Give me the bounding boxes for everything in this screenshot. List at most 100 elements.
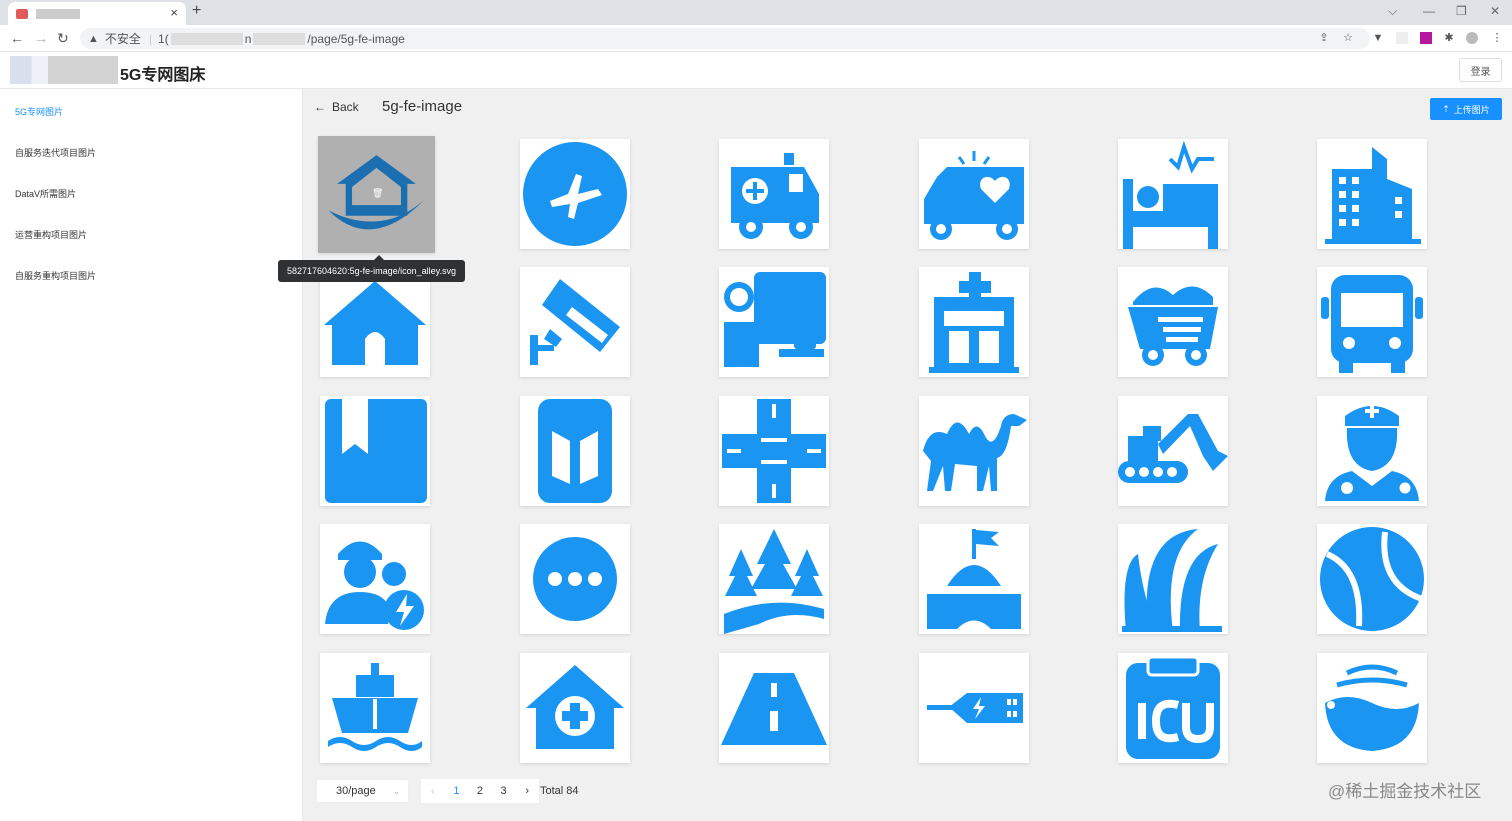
page-title: 5g-fe-image xyxy=(382,98,463,115)
extension-icon[interactable] xyxy=(1420,32,1432,44)
image-card[interactable] xyxy=(919,139,1029,249)
url-blurred xyxy=(253,32,306,45)
doctor-icon xyxy=(1325,404,1419,501)
image-card[interactable] xyxy=(719,524,829,634)
tab-search-icon[interactable]: ⌵ xyxy=(1388,4,1397,19)
image-card[interactable] xyxy=(1118,267,1228,377)
image-card[interactable] xyxy=(1118,524,1228,634)
image-card[interactable] xyxy=(520,396,630,506)
image-card[interactable] xyxy=(1118,139,1228,249)
url-prefix: 1( xyxy=(158,31,169,46)
airplane-icon xyxy=(523,142,627,246)
camel-icon xyxy=(923,414,1027,491)
image-card[interactable] xyxy=(520,267,630,377)
image-card[interactable] xyxy=(320,653,430,763)
page-3-button[interactable]: 3 xyxy=(492,785,516,797)
water-drop-icon xyxy=(1325,664,1419,751)
upload-icon: ⇡ xyxy=(1442,103,1450,114)
image-card[interactable] xyxy=(1317,139,1427,249)
app-title: 5G专网图床 xyxy=(120,67,206,84)
image-card[interactable]: 🗑 xyxy=(318,136,435,253)
image-card[interactable] xyxy=(1317,396,1427,506)
next-page-button[interactable]: › xyxy=(515,785,539,797)
image-card[interactable] xyxy=(520,653,630,763)
image-card[interactable] xyxy=(1118,396,1228,506)
image-card[interactable] xyxy=(919,653,1029,763)
ambulance-heart-icon xyxy=(924,151,1024,240)
image-card[interactable] xyxy=(719,653,829,763)
reload-icon[interactable]: ↻ xyxy=(57,30,69,47)
sick-patient-icon xyxy=(724,272,826,367)
page-size-value: 30/page xyxy=(336,785,376,797)
page-1-button[interactable]: 1 xyxy=(445,785,469,797)
image-card[interactable] xyxy=(320,396,430,506)
back-nav-icon[interactable]: ← xyxy=(10,30,24,46)
sidebar-item-datav[interactable]: DataV所需图片 xyxy=(15,187,76,200)
grass-icon xyxy=(1122,529,1222,632)
menu-icon[interactable]: ⋮ xyxy=(1491,32,1503,44)
sidebar-item-5g-images[interactable]: 5G专网图片 xyxy=(15,105,63,118)
tab-close-icon[interactable]: × xyxy=(170,5,178,20)
image-card[interactable] xyxy=(919,396,1029,506)
profile-icon[interactable] xyxy=(1466,32,1478,44)
image-card[interactable] xyxy=(1317,524,1427,634)
pagination: ‹ 1 2 3 › xyxy=(421,779,539,803)
ore-truck-icon xyxy=(1128,286,1218,366)
close-window-icon[interactable]: ✕ xyxy=(1490,4,1500,18)
image-card[interactable] xyxy=(1118,653,1228,763)
sidebar-item-ops-refactor[interactable]: 运营重构项目图片 xyxy=(15,228,87,241)
home-health-icon xyxy=(526,665,624,749)
trash-icon[interactable]: 🗑 xyxy=(372,188,383,199)
image-card[interactable] xyxy=(719,267,829,377)
buildings-icon xyxy=(1325,147,1421,244)
hospital-icon xyxy=(929,272,1019,373)
browser-toolbar: ← → ↻ ▲ 不安全 | 1( n /page/5g-fe-image ⇪ ☆… xyxy=(0,25,1512,52)
worker-power-icon xyxy=(325,541,424,630)
image-card[interactable] xyxy=(1317,653,1427,763)
upload-button[interactable]: ⇡ 上传图片 xyxy=(1430,98,1502,120)
extension-icon[interactable]: ▼ xyxy=(1372,32,1384,44)
browser-tab[interactable]: × xyxy=(8,2,186,25)
sidebar-item-self-service-iteration[interactable]: 自服务迭代项目图片 xyxy=(15,146,96,159)
image-card[interactable] xyxy=(520,524,630,634)
extension-icon[interactable] xyxy=(1396,32,1408,44)
back-button[interactable]: ← Back xyxy=(314,100,359,114)
usb-charge-icon xyxy=(927,693,1023,723)
address-bar[interactable]: ▲ 不安全 | 1( n /page/5g-fe-image xyxy=(80,28,1370,49)
browser-tab-strip: × + ⌵ — ❐ ✕ xyxy=(0,0,1512,25)
total-count: Total 84 xyxy=(540,785,579,797)
separator: | xyxy=(148,31,153,46)
bookmark-star-icon[interactable]: ☆ xyxy=(1342,32,1354,44)
image-card[interactable] xyxy=(520,139,630,249)
image-card[interactable] xyxy=(320,267,430,377)
image-card[interactable] xyxy=(1317,267,1427,377)
sidebar-item-self-service-refactor[interactable]: 自服务重构项目图片 xyxy=(15,269,96,282)
app-header: 5G专网图床 登录 xyxy=(0,52,1512,89)
tab-title-blurred xyxy=(36,8,80,19)
image-card[interactable] xyxy=(719,396,829,506)
login-button[interactable]: 登录 xyxy=(1459,58,1502,82)
favicon-icon xyxy=(16,8,28,19)
image-card[interactable] xyxy=(719,139,829,249)
cctv-camera-icon xyxy=(530,279,620,365)
bookmark-icon xyxy=(325,399,427,503)
page-size-select[interactable]: 30/page ⌄ xyxy=(316,779,409,803)
security-label: 不安全 xyxy=(104,32,141,46)
forward-nav-icon[interactable]: → xyxy=(34,30,48,46)
bus-icon xyxy=(1321,275,1423,373)
page-2-button[interactable]: 2 xyxy=(468,785,492,797)
share-icon[interactable]: ⇪ xyxy=(1318,32,1330,44)
image-card[interactable] xyxy=(320,524,430,634)
filename-tooltip: 582717604620:5g-fe-image/icon_alley.svg xyxy=(278,255,465,282)
image-card[interactable] xyxy=(919,267,1029,377)
image-card[interactable] xyxy=(919,524,1029,634)
hill-flag-icon xyxy=(927,529,1021,629)
prev-page-button[interactable]: ‹ xyxy=(421,786,445,797)
restore-icon[interactable]: ❐ xyxy=(1456,4,1467,18)
puzzle-icon[interactable]: ✱ xyxy=(1443,32,1455,44)
upload-label: 上传图片 xyxy=(1453,104,1490,115)
logo xyxy=(10,56,118,84)
new-tab-button[interactable]: + xyxy=(192,2,201,20)
minimize-icon[interactable]: — xyxy=(1423,4,1435,18)
icu-icon xyxy=(1126,655,1220,759)
